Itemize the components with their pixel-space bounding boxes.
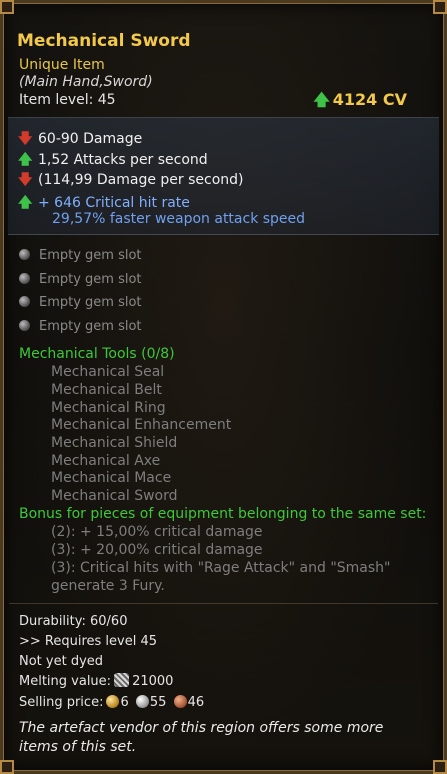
stat-text: + 646 Critical hit rate [38, 195, 190, 211]
ore-icon [114, 673, 130, 687]
up-arrow-icon: 🡅 [313, 90, 330, 109]
item-level: Item level: 45 [19, 92, 116, 108]
dye-status: Not yet dyed [19, 654, 104, 669]
set-item: Mechanical Ring [51, 400, 166, 416]
set-bonus-title: Bonus for pieces of equipment belonging … [19, 506, 427, 522]
set-bonus: (3): Critical hits with "Rage Attack" an… [51, 560, 391, 576]
item-name: Mechanical Sword [17, 31, 191, 51]
set-item: Mechanical Shield [51, 435, 178, 451]
frame-corner [433, 760, 447, 774]
combat-value: 🡅 4124 CV [313, 89, 407, 116]
vendor-note: items of this set. [19, 739, 137, 755]
copper-coin-icon [173, 695, 187, 708]
set-item: Mechanical Seal [51, 364, 165, 380]
melting-amount: 21000 [132, 674, 174, 689]
stat-text: (114,99 Damage per second) [38, 172, 244, 188]
set-bonus: generate 3 Fury. [51, 578, 165, 594]
gem-slot-label: Empty gem slot [39, 248, 142, 263]
stat-text: 29,57% faster weapon attack speed [52, 211, 306, 227]
divider [9, 603, 438, 604]
gem-slot-label: Empty gem slot [39, 272, 142, 287]
gem-slot: Empty gem slot [19, 319, 142, 334]
vendor-note: The artefact vendor of this region offer… [19, 720, 384, 736]
gem-slot-label: Empty gem slot [39, 295, 142, 310]
melting-label: Melting value: [19, 674, 112, 689]
set-item: Mechanical Axe [51, 453, 161, 469]
set-item: Mechanical Enhancement [51, 417, 232, 433]
stat-dps: 🡇 (114,99 Damage per second) [18, 169, 244, 193]
stat-attack-speed: 29,57% faster weapon attack speed [52, 211, 305, 227]
item-tooltip: Mechanical Sword Unique Item (Main Hand,… [0, 0, 447, 774]
gem-slot: Empty gem slot [19, 295, 142, 310]
set-bonus: (2): + 15,00% critical damage [51, 524, 263, 540]
stat-text: 1,52 Attacks per second [38, 152, 208, 168]
selling-price: Selling price: 6 55 46 [19, 695, 204, 710]
item-rarity: Unique Item [19, 57, 105, 73]
gold-amount: 6 [120, 695, 129, 710]
set-title: Mechanical Tools (0/8) [19, 346, 175, 362]
gold-coin-icon [106, 695, 120, 708]
durability: Durability: 60/60 [19, 614, 128, 629]
up-arrow-icon: 🡅 [18, 195, 33, 211]
gem-slot-label: Empty gem slot [39, 319, 142, 334]
gem-slot-icon [19, 320, 30, 331]
gem-slot: Empty gem slot [19, 248, 142, 263]
item-slot: (Main Hand,Sword) [19, 74, 153, 90]
set-item: Mechanical Sword [51, 488, 178, 504]
silver-amount: 55 [149, 695, 167, 710]
melting-value: Melting value: 21000 [19, 673, 173, 689]
gem-slot-icon [19, 249, 30, 260]
copper-amount: 46 [187, 695, 205, 710]
silver-coin-icon [135, 695, 149, 708]
stats-panel: 🡇 60-90 Damage 🡅 1,52 Attacks per second 🡇… [8, 117, 439, 235]
selling-label: Selling price: [19, 695, 104, 710]
set-item: Mechanical Mace [51, 470, 172, 486]
gem-slot-icon [19, 296, 30, 307]
set-bonus: (3): + 20,00% critical damage [51, 542, 263, 558]
frame-corner [0, 760, 14, 774]
tooltip-header: Mechanical Sword Unique Item (Main Hand,… [3, 3, 444, 117]
combat-value-text: 4124 CV [332, 90, 407, 109]
gem-slot-icon [19, 273, 30, 284]
gem-slot: Empty gem slot [19, 272, 142, 287]
down-arrow-icon: 🡇 [18, 172, 33, 188]
set-item: Mechanical Belt [51, 382, 162, 398]
level-requirement: >> Requires level 45 [19, 634, 158, 649]
stat-text: 60-90 Damage [38, 131, 143, 147]
